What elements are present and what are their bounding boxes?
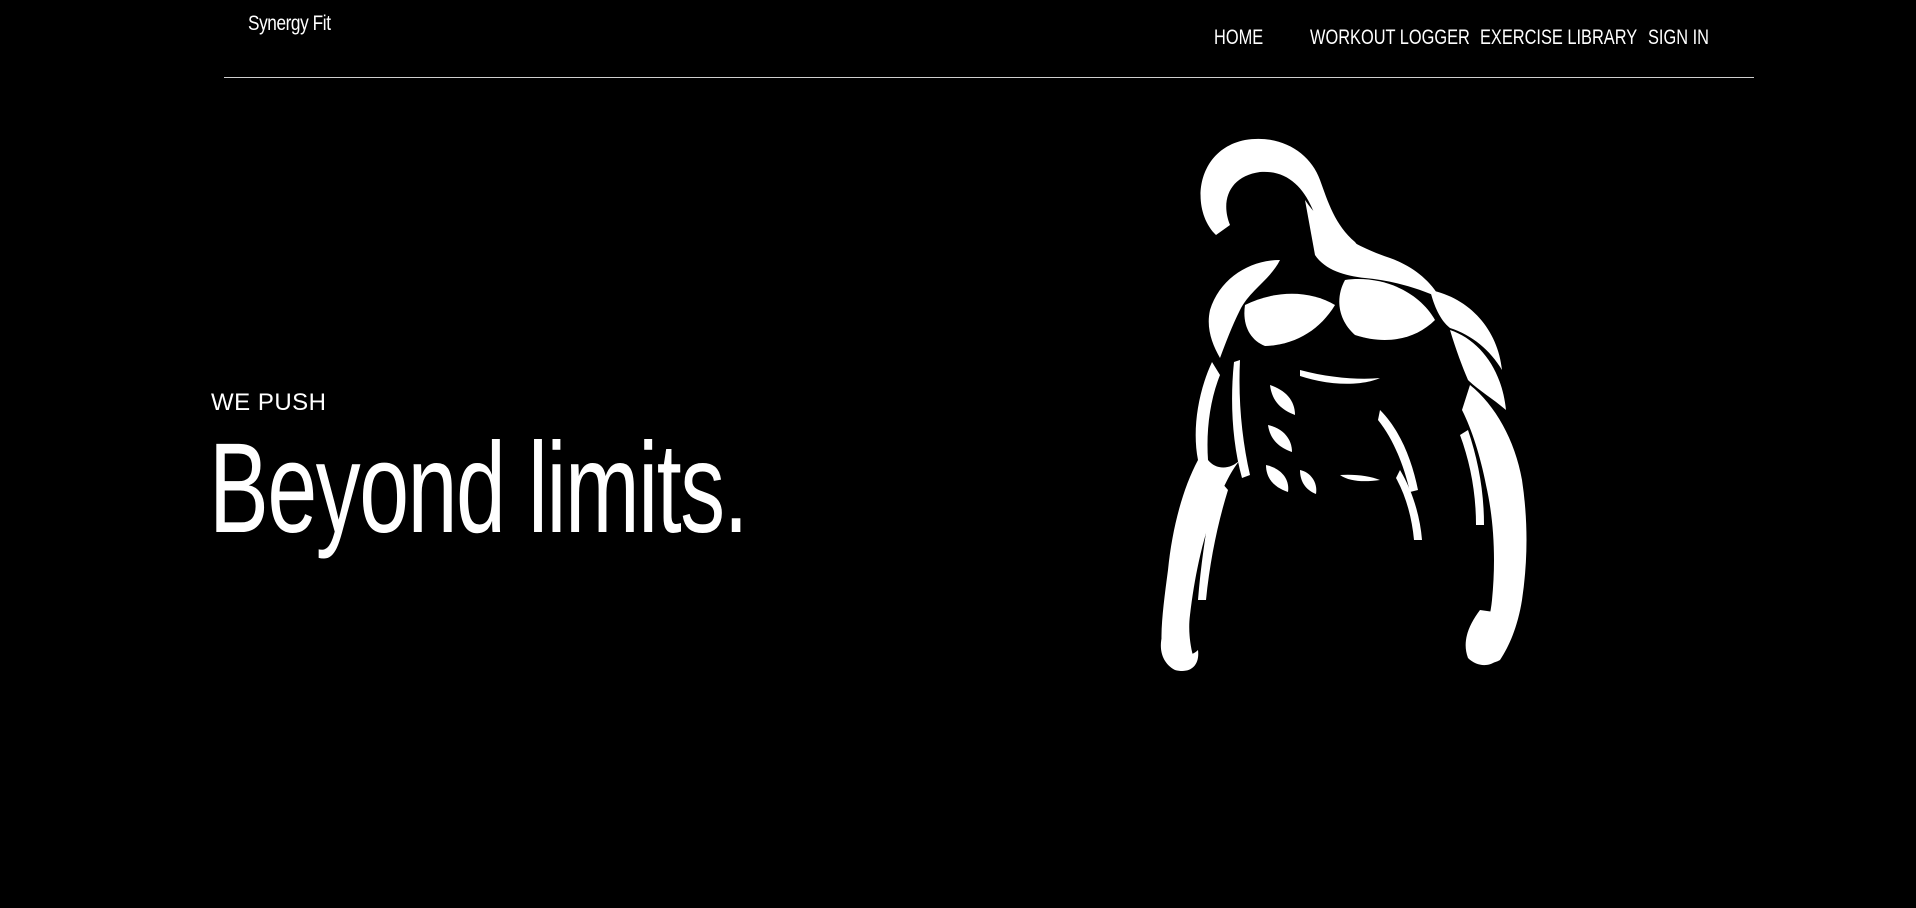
- hero-headline: Beyond limits.: [209, 417, 749, 560]
- nav-link-exercise-library[interactable]: EXERCISE LIBRARY: [1480, 26, 1637, 50]
- nav-item-home: HOME: [1214, 26, 1263, 52]
- nav-link-workout-logger[interactable]: WORKOUT LOGGER: [1310, 26, 1470, 50]
- abs-2: [1268, 425, 1292, 452]
- main-nav: HOME WORKOUT LOGGER EXERCISE LIBRARY SIG…: [1214, 26, 1709, 52]
- nav-item-workout-logger: WORKOUT LOGGER: [1310, 26, 1470, 52]
- right-arm-contour: [1462, 385, 1527, 663]
- abs-5: [1340, 474, 1380, 482]
- muscular-torso-silhouette-icon: [1160, 138, 1527, 672]
- hero-eyebrow: WE PUSH: [211, 389, 327, 416]
- left-arm-contour: [1161, 460, 1240, 666]
- landing-page: Synergy Fit HOME WORKOUT LOGGER EXERCISE…: [0, 0, 1916, 908]
- left-arm-upper: [1195, 362, 1220, 460]
- abs-3: [1266, 465, 1289, 492]
- nav-link-sign-in[interactable]: SIGN IN: [1648, 26, 1709, 50]
- header-divider: [224, 77, 1754, 78]
- abs-4: [1300, 470, 1317, 494]
- nav-item-exercise-library: EXERCISE LIBRARY: [1480, 26, 1637, 52]
- chest-left: [1244, 293, 1335, 346]
- abs-1: [1270, 385, 1295, 415]
- left-torso-side: [1232, 360, 1250, 478]
- nav-item-sign-in: SIGN IN: [1648, 26, 1709, 52]
- nav-link-home[interactable]: HOME: [1214, 26, 1263, 50]
- chest-line: [1300, 370, 1380, 384]
- brand-logo[interactable]: Synergy Fit: [248, 12, 331, 36]
